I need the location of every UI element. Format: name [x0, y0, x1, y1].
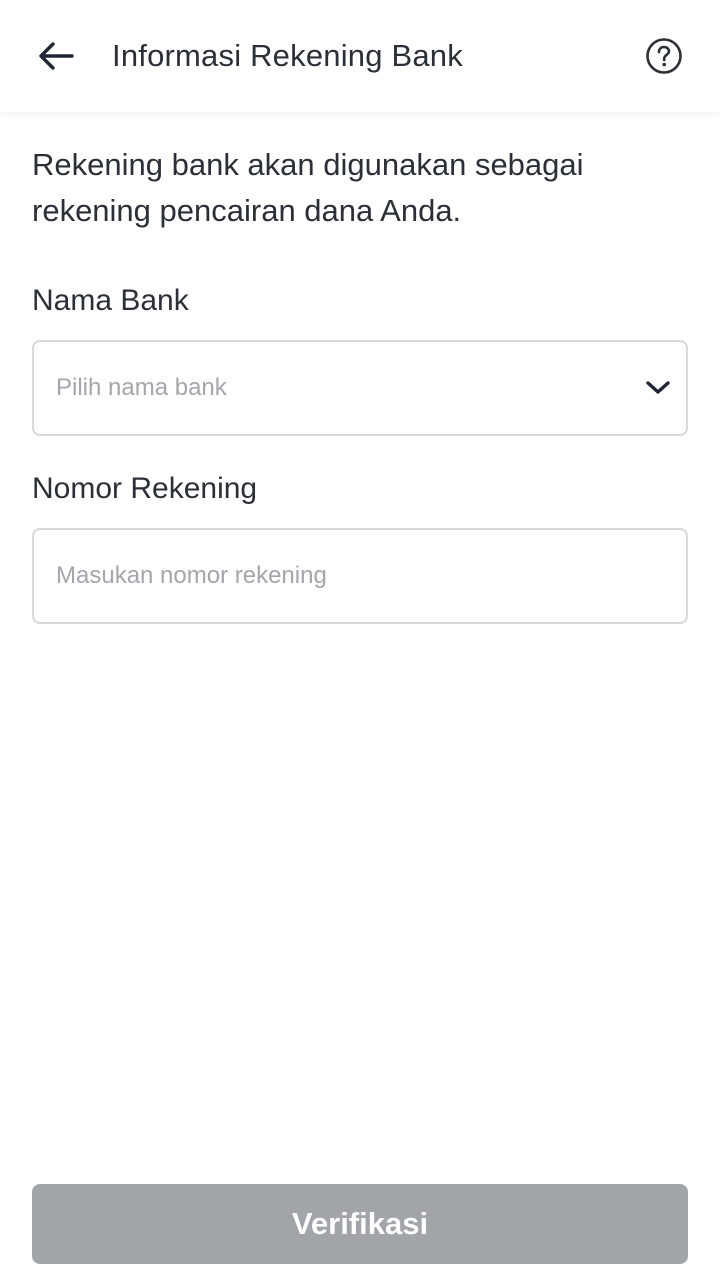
- bank-name-select[interactable]: Pilih nama bank: [32, 340, 688, 436]
- account-number-input[interactable]: [34, 530, 686, 622]
- page-title: Informasi Rekening Bank: [112, 38, 463, 73]
- bank-name-placeholder: Pilih nama bank: [56, 374, 227, 401]
- question-circle-icon: [646, 38, 682, 74]
- verify-button[interactable]: Verifikasi: [32, 1184, 688, 1264]
- chevron-down-icon: [644, 376, 672, 400]
- help-button[interactable]: [640, 32, 688, 80]
- arrow-left-icon: [39, 42, 74, 70]
- back-button[interactable]: [32, 32, 80, 80]
- intro-text: Rekening bank akan digunakan sebagai rek…: [32, 147, 584, 228]
- bank-name-label: Nama Bank: [32, 284, 189, 317]
- top-app-bar: Informasi Rekening Bank: [0, 0, 720, 112]
- app-screen: Informasi Rekening Bank Rekening bank ak…: [0, 0, 720, 1280]
- account-number-label: Nomor Rekening: [32, 472, 258, 505]
- account-number-field-container: [32, 528, 688, 624]
